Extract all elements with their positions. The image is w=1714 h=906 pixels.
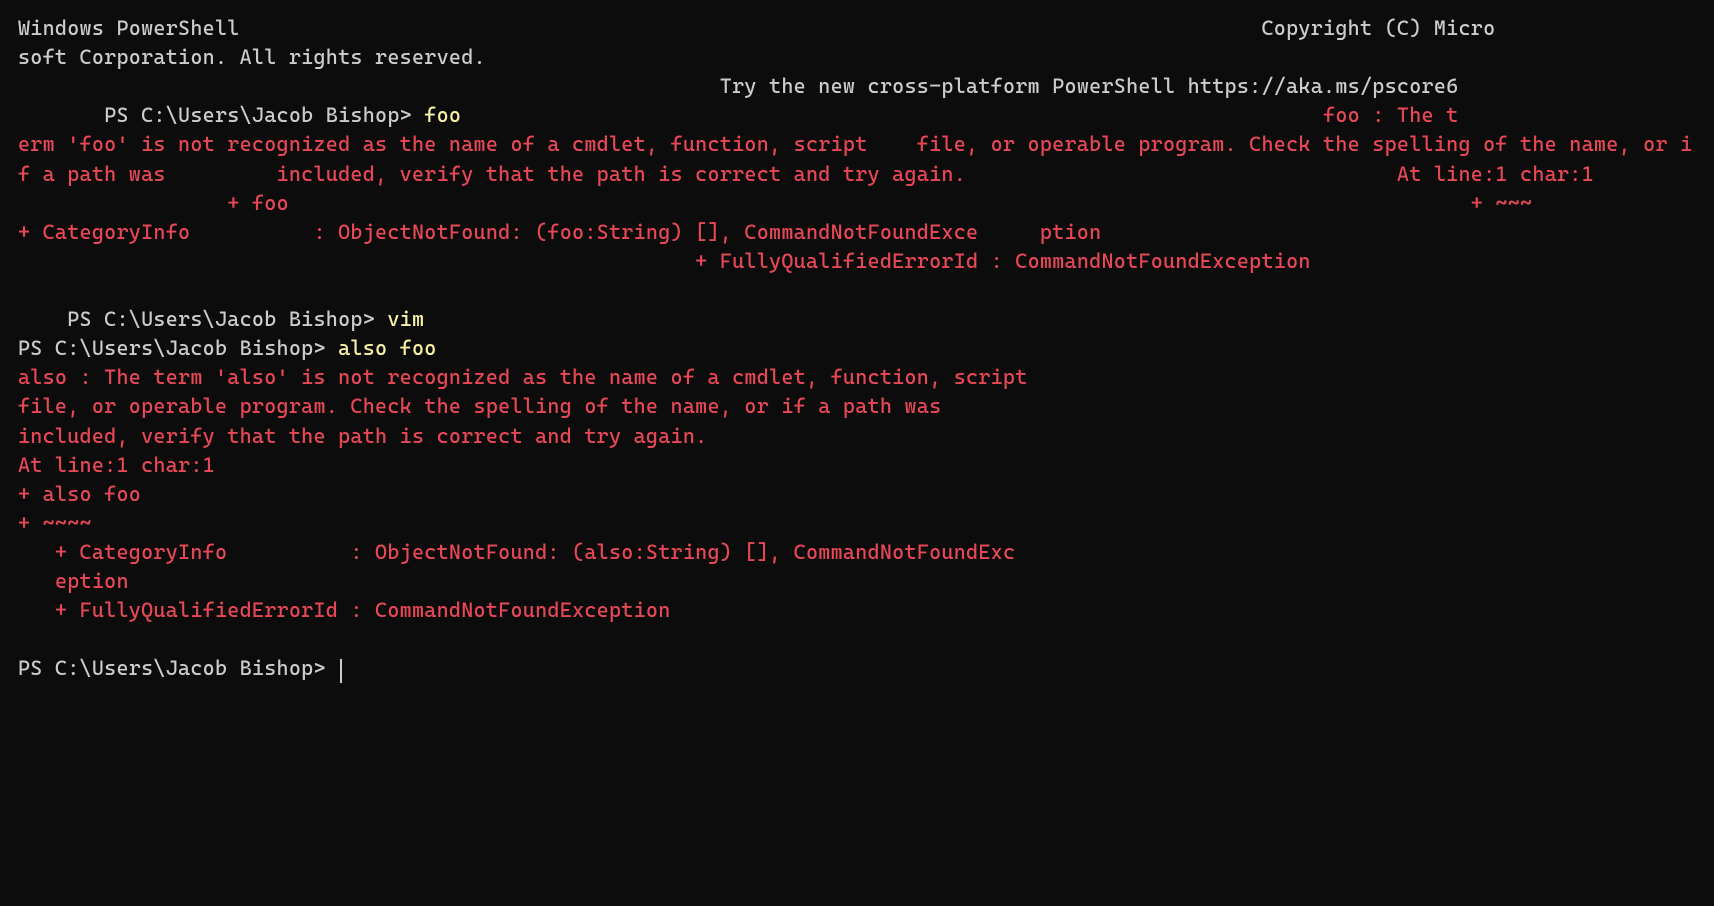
error-also-category: + CategoryInfo : ObjectNotFound: (also:S… (18, 540, 1015, 564)
indent2 (18, 307, 67, 331)
header-spacing (240, 16, 1262, 40)
error-also-line6: + ~~~~ (18, 511, 92, 535)
prompt-2: PS C:\Users\Jacob Bishop> (67, 307, 387, 331)
error-also-line4: At line:1 char:1 (18, 453, 215, 477)
ps-copyright: Copyright (C) Micro (1262, 16, 1496, 40)
error-also-qualified-id: + FullyQualifiedErrorId : CommandNotFoun… (18, 598, 671, 622)
try-spacing (18, 74, 720, 98)
try-pscore-message: Try the new cross-platform PowerShell ht… (720, 74, 1459, 98)
error-foo-body: erm 'foo' is not recognized as the name … (18, 132, 1692, 185)
error-foo-qualified-id: + FullyQualifiedErrorId : CommandNotFoun… (18, 249, 1311, 273)
error-foo-start: foo : The t (1323, 103, 1458, 127)
error-spacing (461, 103, 1323, 127)
terminal-output-area[interactable]: Windows PowerShell Copyright (C) Micro s… (18, 14, 1696, 684)
error-foo-category: + foo + ~~~ (18, 191, 1714, 244)
prompt-current: PS C:\Users\Jacob Bishop> (18, 656, 338, 680)
command-vim: vim (387, 307, 424, 331)
command-also-foo: also foo (338, 336, 437, 360)
ps-copyright-continued: soft Corporation. All rights reserved. (18, 45, 486, 69)
error-also-category2: eption (18, 569, 129, 593)
indent (18, 103, 104, 127)
error-also-line5: + also foo (18, 482, 141, 506)
text-cursor[interactable] (340, 659, 342, 683)
error-also-line1: also : The term 'also' is not recognized… (18, 365, 1028, 389)
error-also-line2: file, or operable program. Check the spe… (18, 394, 941, 418)
error-also-line3: included, verify that the path is correc… (18, 424, 707, 448)
ps-header-title: Windows PowerShell (18, 16, 240, 40)
command-foo: foo (424, 103, 461, 127)
prompt-1: PS C:\Users\Jacob Bishop> (104, 103, 424, 127)
prompt-3: PS C:\Users\Jacob Bishop> (18, 336, 338, 360)
